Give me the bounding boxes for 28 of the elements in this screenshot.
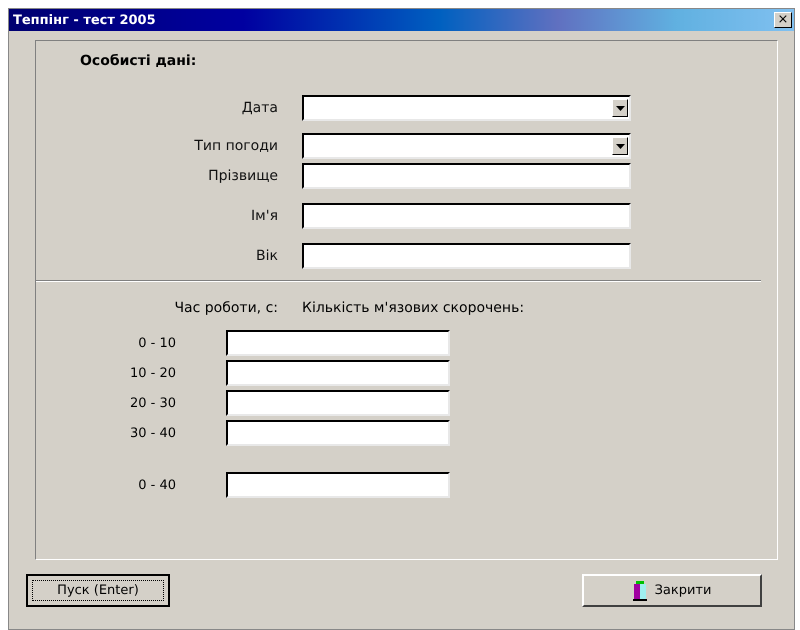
combo-box[interactable] xyxy=(302,133,631,159)
input-field[interactable] xyxy=(226,390,450,416)
input-field[interactable] xyxy=(226,360,450,386)
input-field[interactable] xyxy=(226,420,450,446)
input-field[interactable] xyxy=(302,203,631,229)
column-heading: Час роботи, с: xyxy=(173,300,279,316)
interval-label: 10 - 20 xyxy=(128,366,177,380)
column-heading: Кількість м'язових скорочень: xyxy=(302,300,524,316)
input-field[interactable] xyxy=(302,243,631,269)
input-field[interactable] xyxy=(302,163,631,189)
interval-label: 0 - 10 xyxy=(137,336,177,350)
interval-label: 20 - 30 xyxy=(128,396,177,410)
field-label: Дата xyxy=(240,100,279,116)
combo-box[interactable] xyxy=(302,95,631,121)
input-field[interactable] xyxy=(226,330,450,356)
close-button[interactable]: × xyxy=(774,12,792,28)
window-title: Теппінг - тест 2005 xyxy=(13,12,156,28)
push-button[interactable]: Пуск (Enter) xyxy=(26,574,170,607)
interval-label: 0 - 40 xyxy=(137,478,177,492)
input-field[interactable] xyxy=(226,472,450,498)
section-heading: Особисті дані: xyxy=(80,53,198,69)
field-label: Вік xyxy=(255,248,279,264)
push-button[interactable]: Закрити xyxy=(582,574,762,607)
field-label: Тип погоди xyxy=(193,138,279,154)
field-label: Ім'я xyxy=(250,208,279,224)
door-icon xyxy=(632,580,647,600)
interval-label: 30 - 40 xyxy=(128,426,177,440)
field-label: Прізвище xyxy=(207,168,279,184)
